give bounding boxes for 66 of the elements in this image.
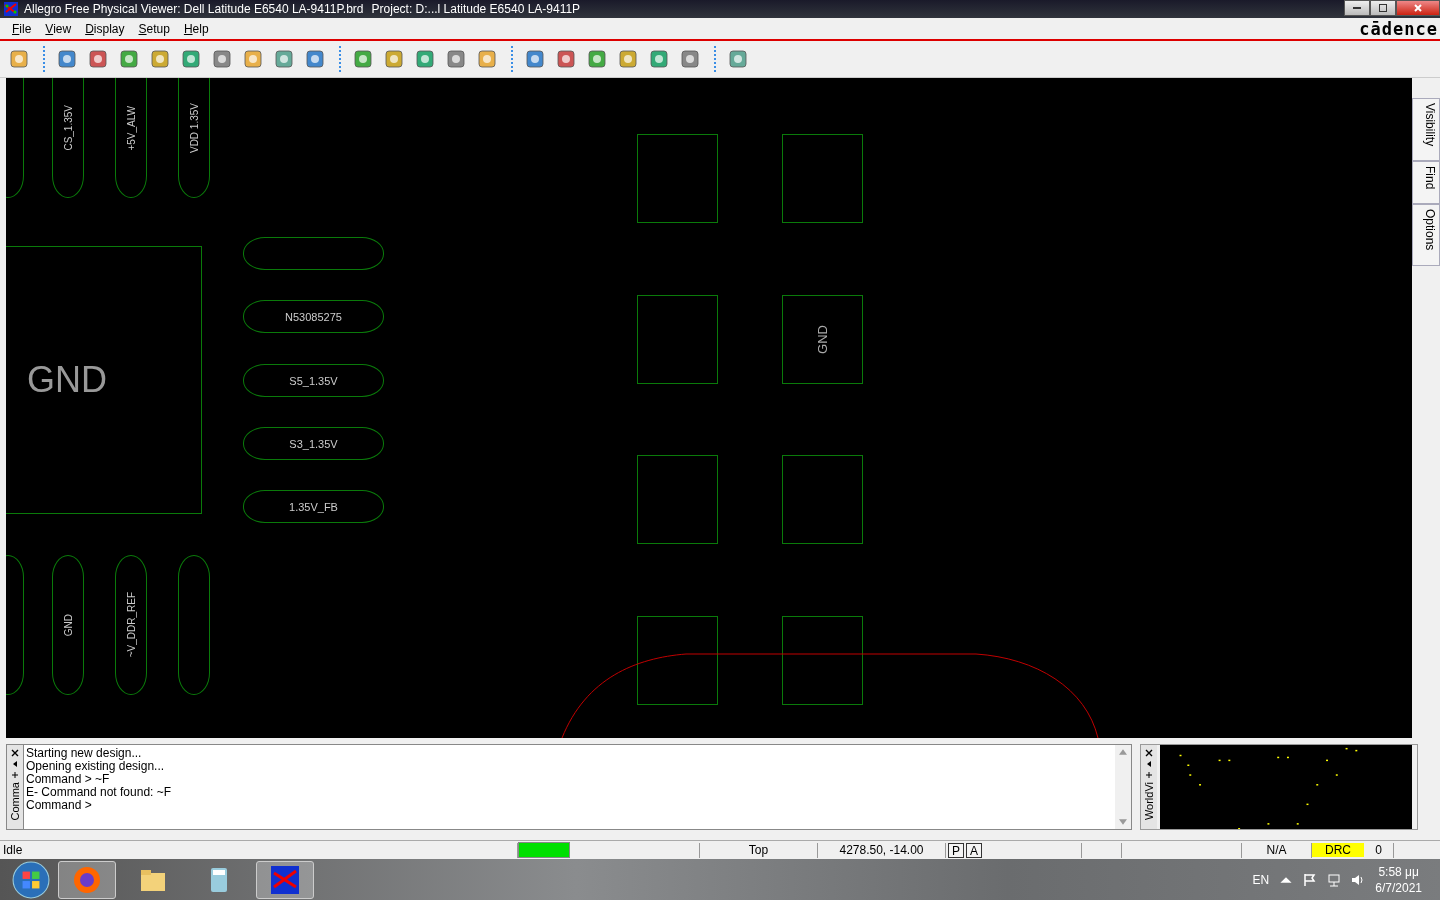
cursor-coordinates: 4278.50, -14.00 — [818, 842, 946, 858]
close-button[interactable] — [1396, 0, 1440, 16]
console-line: Opening existing design... — [26, 760, 166, 773]
pin-icon[interactable] — [11, 771, 19, 779]
net-label: +5V_ALW — [125, 105, 137, 151]
console-line: Command > — [26, 799, 93, 812]
menu-item[interactable]: File — [12, 21, 32, 36]
app-logo-icon — [4, 2, 18, 16]
close-icon[interactable] — [11, 749, 19, 757]
app-logo-icon — [270, 864, 300, 895]
console-line: Starting new design... — [26, 747, 143, 760]
console-line: E- Command not found: ~F — [26, 786, 173, 799]
clock[interactable]: 5:58 μμ 6/7/2021 — [1375, 863, 1422, 896]
absolute-button[interactable]: A — [966, 842, 982, 858]
net-label: GND — [62, 613, 74, 637]
net-label: 1.35V_FB — [289, 500, 338, 513]
language-indicator[interactable]: EN — [1252, 872, 1270, 887]
command-console[interactable]: Starting new design... Opening existing design... Command > ~F E- Command not found: ~F Command > — [23, 745, 1115, 829]
net-label: S5_1.35V — [289, 374, 338, 387]
pin-icon[interactable] — [1145, 771, 1153, 779]
side-tab[interactable]: Visibility — [1412, 98, 1440, 162]
minimize-icon — [1353, 7, 1361, 9]
network-icon[interactable] — [1327, 872, 1342, 887]
net-label: N53085275 — [285, 310, 342, 323]
menu-item[interactable]: Setup — [138, 21, 170, 36]
net-label: GND — [815, 325, 830, 354]
window-title: Allegro Free Physical Viewer: Dell Latitude E6540 LA-9411P.brd — [24, 2, 364, 16]
panel-title: WorldVi — [1143, 782, 1155, 821]
browser-icon — [72, 864, 102, 895]
net-label: CS_1.35V — [62, 105, 74, 151]
menu-item[interactable]: Help — [183, 21, 209, 36]
maximize-icon — [1378, 3, 1388, 13]
clock-time: 5:58 μμ — [1378, 863, 1419, 880]
start-button[interactable] — [12, 860, 50, 899]
menu-item[interactable]: Display — [85, 21, 125, 36]
net-label: VDD 1.35V — [188, 103, 200, 153]
drc-indicator: DRC — [1312, 843, 1364, 857]
side-tab[interactable]: Find — [1412, 161, 1440, 205]
active-layer: Top — [700, 842, 818, 858]
pcb-canvas[interactable]: CS_1.35V +5V_ALW VDD 1.35V GND ~V_DDR_REF GND N53085275 S5_1.35V S3_1.35V 1.35V_FB GND — [6, 78, 1412, 738]
firefox-taskbar-button[interactable] — [58, 860, 116, 899]
menu-item[interactable]: View — [45, 21, 72, 36]
scroll-down-icon[interactable] — [1119, 819, 1127, 825]
net-label: GND — [27, 359, 107, 401]
world-view-map[interactable] — [1157, 745, 1415, 829]
flag-icon[interactable] — [1303, 872, 1318, 887]
close-icon — [1413, 3, 1423, 13]
collapse-icon[interactable] — [1145, 760, 1153, 768]
project-path: Project: D:...l Latitude E6540 LA-9411P — [371, 2, 581, 16]
minimize-button[interactable] — [1344, 0, 1370, 16]
collapse-icon[interactable] — [11, 760, 19, 768]
maximize-button[interactable] — [1370, 0, 1396, 16]
speaker-icon[interactable] — [1351, 872, 1366, 887]
cadence-logo: cādence — [1359, 18, 1439, 39]
drc-count: 0 — [1364, 842, 1394, 858]
side-tab[interactable]: Options — [1412, 204, 1440, 266]
net-label: S3_1.35V — [289, 437, 338, 450]
clock-date: 6/7/2021 — [1375, 879, 1422, 896]
close-icon[interactable] — [1145, 749, 1153, 757]
allegro-taskbar-button[interactable] — [256, 860, 314, 899]
console-line: Command > ~F — [26, 773, 110, 786]
scroll-up-icon[interactable] — [1119, 749, 1127, 755]
net-label: ~V_DDR_REF — [125, 592, 137, 658]
panel-title: Comma — [9, 782, 21, 821]
pick-button[interactable]: P — [948, 842, 964, 858]
progress-indicator — [518, 842, 570, 858]
